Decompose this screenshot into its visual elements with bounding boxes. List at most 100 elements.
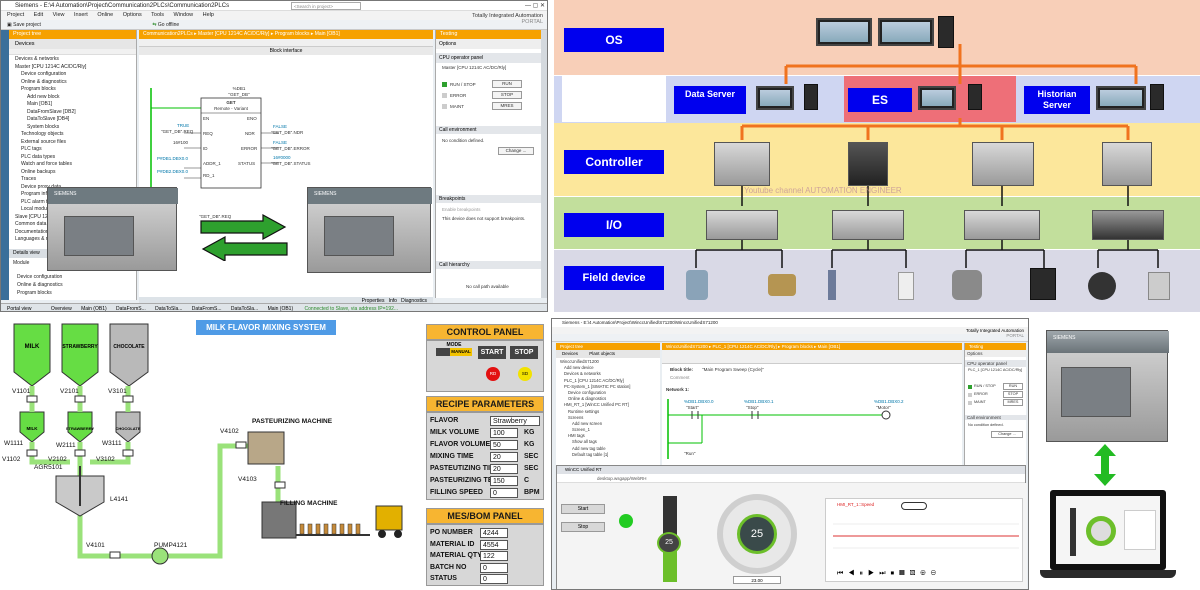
- mes-input[interactable]: 4244: [480, 528, 508, 538]
- start-button[interactable]: START: [478, 346, 506, 359]
- tree-item[interactable]: External source files: [11, 139, 134, 147]
- tree-item[interactable]: Watch and force tables: [11, 161, 134, 169]
- tree-item[interactable]: Devices & networks: [11, 56, 134, 64]
- cpu-operator-panel-header[interactable]: CPU operator panel: [436, 53, 541, 63]
- stop-button[interactable]: STOP: [492, 91, 522, 99]
- menu-help[interactable]: Help: [203, 12, 214, 18]
- menu-options[interactable]: Options: [123, 12, 142, 18]
- tree-item[interactable]: Main [OB1]: [11, 101, 134, 109]
- details-item[interactable]: Program blocks: [17, 290, 52, 298]
- valve-label[interactable]: V3102: [96, 456, 115, 463]
- details-item[interactable]: Device configuration: [17, 274, 62, 282]
- valve-label[interactable]: W2111: [56, 442, 76, 449]
- tree-item[interactable]: DataToSlave [DB4]: [11, 116, 134, 124]
- valve-label[interactable]: V4101: [86, 542, 105, 549]
- tree-item[interactable]: Technology objects: [11, 131, 134, 139]
- tree-item[interactable]: PLC tags: [11, 146, 134, 154]
- mes-input[interactable]: 0: [480, 562, 508, 573]
- tank-label-strawberry[interactable]: STRAWBERRY: [58, 344, 102, 350]
- mes-input[interactable]: 0: [480, 574, 508, 584]
- tab-devices[interactable]: Devices: [562, 351, 578, 356]
- taskbar-tab[interactable]: DataFromS...: [192, 306, 222, 311]
- tree-item[interactable]: Add new block: [11, 94, 134, 102]
- mode-switch-auto[interactable]: [436, 348, 450, 356]
- valve-label[interactable]: V1101: [12, 388, 30, 395]
- cpu-operator-panel-header[interactable]: CPU operator panel: [965, 360, 1026, 367]
- valve-label[interactable]: V3101: [108, 388, 127, 395]
- call-environment-header[interactable]: Call environment: [436, 126, 542, 134]
- tank-label-milk[interactable]: MILK: [14, 344, 50, 350]
- taskbar-tab[interactable]: DataToSla...: [231, 306, 258, 311]
- valve-label[interactable]: W3111: [102, 440, 122, 447]
- stop-button[interactable]: STOP: [510, 346, 538, 359]
- menu-project[interactable]: Project: [7, 12, 24, 18]
- valve-label[interactable]: W1111: [4, 440, 23, 447]
- small-tank-label-chocolate[interactable]: CHOCOLATE: [112, 426, 144, 431]
- tree-item[interactable]: PLC data types: [11, 154, 134, 162]
- tab-devices[interactable]: Devices: [9, 39, 136, 49]
- tree-item[interactable]: Device configuration: [11, 71, 134, 79]
- valve-label[interactable]: V2101: [60, 388, 79, 395]
- pump-label[interactable]: PUMP4121: [154, 542, 187, 549]
- run-button[interactable]: RUN: [492, 80, 522, 88]
- mode-switch-manual[interactable]: MANUAL: [450, 348, 472, 356]
- portal-view-button[interactable]: Portal view: [7, 306, 31, 311]
- tank-label-chocolate[interactable]: CHOCOLATE: [108, 344, 150, 350]
- speed-input[interactable]: 23.00: [733, 576, 781, 584]
- tree-item[interactable]: Default tag table [1]: [558, 452, 658, 458]
- run-button[interactable]: RUN: [1003, 383, 1023, 390]
- taskbar-tab[interactable]: Main (OB1): [268, 306, 294, 311]
- menu-online[interactable]: Online: [97, 12, 113, 18]
- menu-view[interactable]: View: [53, 12, 65, 18]
- change-button[interactable]: Change ...: [991, 431, 1023, 438]
- menu-window[interactable]: Window: [174, 12, 194, 18]
- save-project-button[interactable]: Save project: [13, 22, 41, 28]
- tree-item[interactable]: System blocks: [11, 124, 134, 132]
- call-environment-header[interactable]: Call environment: [965, 415, 1027, 420]
- block-interface-bar[interactable]: Block interface: [139, 47, 433, 55]
- go-offline-button[interactable]: Go offline: [158, 22, 179, 28]
- mres-button[interactable]: MRES: [492, 102, 522, 110]
- tree-item[interactable]: Online backups: [11, 169, 134, 177]
- valve-label[interactable]: V2102: [48, 456, 67, 463]
- get-block-title[interactable]: GET: [201, 100, 261, 105]
- tree-item[interactable]: Online & diagnostics: [11, 79, 134, 87]
- menu-insert[interactable]: Insert: [74, 12, 88, 18]
- breakpoints-header[interactable]: Breakpoints: [436, 195, 542, 203]
- tab-plant-objects[interactable]: Plant objects: [589, 351, 615, 356]
- window-controls[interactable]: — ▢ ✕: [525, 2, 545, 9]
- search-input[interactable]: <Search in project>: [291, 2, 361, 10]
- small-tank-label-strawberry[interactable]: STRAWBERRY: [64, 426, 96, 431]
- recipe-input[interactable]: 20: [490, 452, 518, 462]
- browser-tab[interactable]: WinCC Unified RT: [557, 466, 1025, 474]
- agitator-label[interactable]: AGR5101: [34, 464, 63, 471]
- taskbar-tab[interactable]: DataToSla...: [155, 306, 182, 311]
- change-button[interactable]: Change ...: [498, 147, 534, 155]
- recipe-input[interactable]: 20: [490, 464, 518, 474]
- tree-item[interactable]: Program blocks: [11, 86, 134, 94]
- save-icon[interactable]: ▣: [7, 22, 12, 28]
- menu-tools[interactable]: Tools: [151, 12, 164, 18]
- flavor-select[interactable]: Strawberry: [490, 416, 540, 426]
- recipe-input[interactable]: 50: [490, 440, 518, 450]
- tree-item[interactable]: Traces: [11, 176, 134, 184]
- valve-label[interactable]: V4103: [238, 476, 257, 483]
- browser-url-bar[interactable]: desktop.wsgapp/WebRH: [557, 474, 1025, 483]
- stop-button[interactable]: STOP: [1003, 391, 1023, 398]
- tree-item[interactable]: Master [CPU 1214C AC/DC/Rly]: [11, 64, 134, 72]
- valve-label[interactable]: V4102: [220, 428, 239, 435]
- menu-edit[interactable]: Edit: [34, 12, 43, 18]
- call-hierarchy-header[interactable]: Call hierarchy: [436, 261, 542, 269]
- details-item[interactable]: Online & diagnostics: [17, 282, 63, 290]
- recipe-input[interactable]: 150: [490, 476, 518, 486]
- trend-toolbar-icons[interactable]: ⏮◀⏸▶⏭⏹▦▧⊕⊖: [837, 570, 941, 578]
- taskbar-tab[interactable]: DataFromS...: [116, 306, 146, 311]
- small-tank-label-milk[interactable]: MILK: [20, 426, 44, 431]
- taskbar-tab[interactable]: Overview: [51, 306, 72, 311]
- hmi-start-button[interactable]: Start: [561, 504, 605, 514]
- taskbar-tab[interactable]: Main (OB1): [81, 306, 107, 311]
- tree-item[interactable]: DataFromSlave [DB2]: [11, 109, 134, 117]
- mes-input[interactable]: 4554: [480, 539, 508, 550]
- mres-button[interactable]: MRES: [1003, 399, 1023, 406]
- recipe-input[interactable]: 100: [490, 428, 518, 438]
